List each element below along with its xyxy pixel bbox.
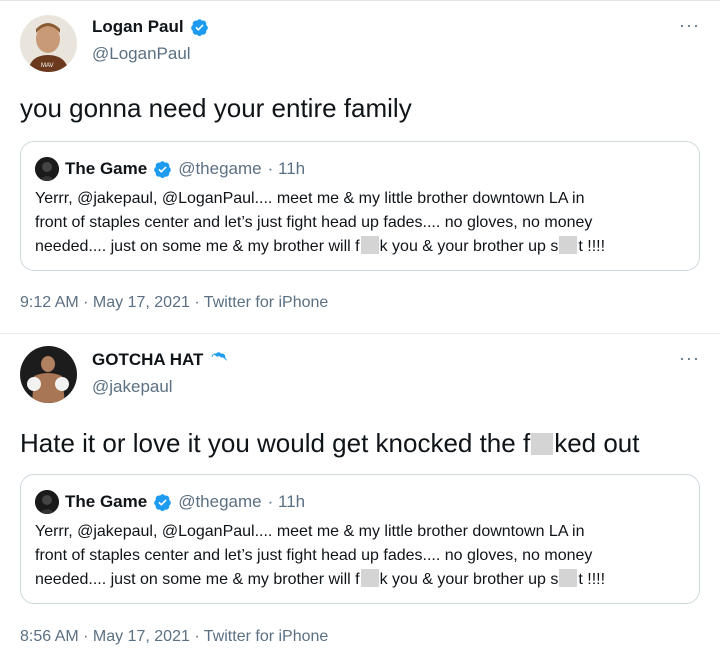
quote-author-handle: @thegame — [178, 159, 262, 178]
tweet-text-part: ked out — [554, 428, 640, 458]
quote-line-part: needed.... just on some me & my brother … — [35, 571, 360, 588]
quote-header: The Game @thegame · 11h — [35, 157, 305, 181]
author-handle[interactable]: @jakepaul — [92, 377, 173, 397]
quote-line: needed.... just on some me & my brother … — [35, 235, 695, 259]
quote-text: Yerrr, @jakepaul, @LoganPaul.... meet me… — [35, 187, 695, 259]
censor-blur — [531, 433, 554, 455]
quote-line: front of staples center and let’s just f… — [35, 214, 593, 231]
quote-line: needed.... just on some me & my brother … — [35, 568, 695, 592]
quote-author-name: The Game — [65, 159, 148, 178]
quoted-tweet[interactable]: The Game @thegame · 11h Yerrr, @jakepaul… — [20, 474, 700, 604]
svg-text:MAV: MAV — [41, 63, 54, 69]
quote-author-handle: @thegame — [178, 492, 262, 511]
quote-line: front of staples center and let’s just f… — [35, 547, 593, 564]
tweet-text-part: Hate it or love it you would get knocked… — [20, 428, 531, 458]
quote-timestamp: · 11h — [267, 492, 306, 511]
tweet-text: Hate it or love it you would get knocked… — [20, 428, 639, 459]
quote-line-part: t !!!! — [578, 571, 606, 588]
verified-badge-icon — [154, 493, 172, 511]
quote-avatar — [35, 490, 59, 514]
author-row: Logan Paul — [92, 17, 209, 37]
verified-badge-icon — [154, 160, 172, 178]
author-name[interactable]: GOTCHA HAT — [92, 350, 203, 370]
verified-badge-icon — [212, 351, 228, 364]
censor-blur — [360, 569, 379, 587]
tweet-logan: MAV Logan Paul @LoganPaul ··· you gonna … — [0, 0, 720, 334]
censor-blur — [559, 569, 578, 587]
author-handle[interactable]: @LoganPaul — [92, 44, 191, 64]
quote-line-part: k you & your brother up s — [379, 571, 559, 588]
quote-line: Yerrr, @jakepaul, @LoganPaul.... meet me… — [35, 523, 585, 540]
quote-line-part: needed.... just on some me & my brother … — [35, 238, 360, 255]
verified-badge-icon — [190, 18, 208, 36]
author-name[interactable]: Logan Paul — [92, 17, 184, 37]
author-row: GOTCHA HAT — [92, 350, 228, 370]
quote-line-part: k you & your brother up s — [379, 238, 559, 255]
avatar[interactable]: MAV — [20, 15, 77, 72]
quote-author-name: The Game — [65, 492, 148, 511]
more-options-icon[interactable]: ··· — [679, 15, 700, 36]
more-options-icon[interactable]: ··· — [679, 348, 700, 369]
censor-blur — [360, 236, 379, 254]
quote-line-part: t !!!! — [578, 238, 606, 255]
quote-avatar — [35, 157, 59, 181]
quote-line: Yerrr, @jakepaul, @LoganPaul.... meet me… — [35, 190, 585, 207]
avatar[interactable] — [20, 346, 77, 403]
tweet-text: you gonna need your entire family — [20, 93, 412, 123]
tweet-meta: 8:56 AM · May 17, 2021 · Twitter for iPh… — [20, 628, 329, 645]
censor-blur — [559, 236, 578, 254]
tweet-meta: 9:12 AM · May 17, 2021 · Twitter for iPh… — [20, 294, 329, 311]
quote-header: The Game @thegame · 11h — [35, 490, 305, 514]
quote-timestamp: · 11h — [267, 159, 306, 178]
quote-text: Yerrr, @jakepaul, @LoganPaul.... meet me… — [35, 520, 695, 592]
quoted-tweet[interactable]: The Game @thegame · 11h Yerrr, @jakepaul… — [20, 141, 700, 271]
